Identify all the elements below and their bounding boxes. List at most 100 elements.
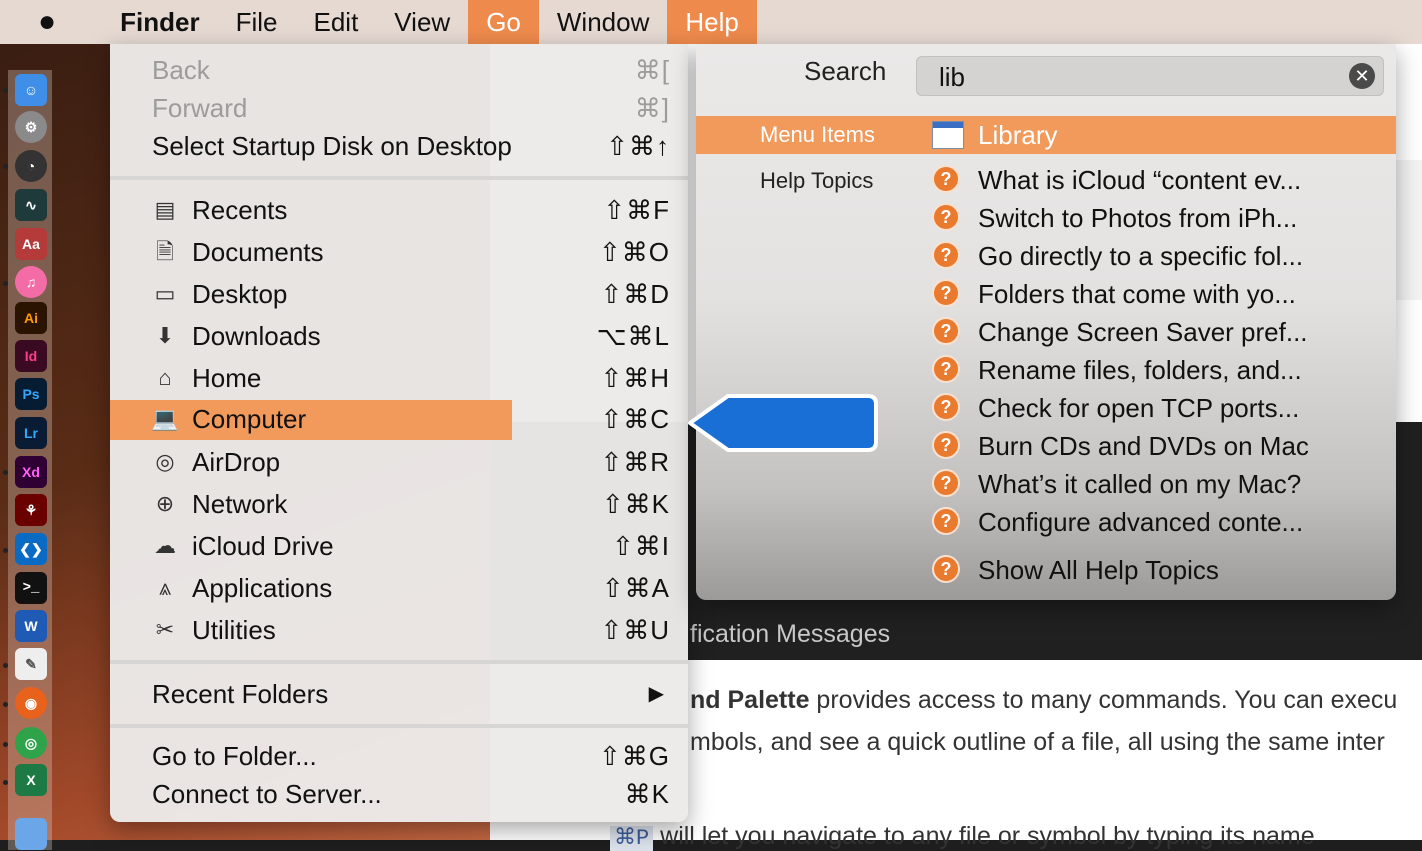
disk-utility-icon[interactable]: ◔	[15, 150, 47, 182]
help-menu-dropdown: Search ✕ Menu Items Library Help Topics …	[696, 44, 1396, 600]
menu-item-label: Go to Folder...	[152, 741, 317, 771]
menu-item-shortcut: ⇧⌘I	[611, 531, 670, 561]
menu-help[interactable]: Help	[667, 0, 757, 44]
help-topic-label: Show All Help Topics	[978, 555, 1219, 585]
menu-item-computer[interactable]: 💻 Computer ⇧⌘C	[110, 400, 688, 440]
menu-item-recents[interactable]: ▤ Recents ⇧⌘F	[110, 191, 688, 229]
menu-item-icloud-drive[interactable]: ☁ iCloud Drive ⇧⌘I	[110, 527, 688, 565]
menu-item-home[interactable]: ⌂ Home ⇧⌘H	[110, 359, 688, 397]
menu-item-back[interactable]: Back ⌘[	[110, 51, 688, 89]
folder-icon[interactable]	[15, 818, 47, 850]
menu-item-shortcut: ⇧⌘↑	[606, 131, 670, 161]
help-topic-icon: ?	[932, 203, 960, 231]
clear-search-icon[interactable]: ✕	[1349, 63, 1375, 89]
menu-item-airdrop[interactable]: ◎ AirDrop ⇧⌘R	[110, 443, 688, 481]
indesign-icon[interactable]: Id	[15, 340, 47, 372]
help-topic-item[interactable]: ? What is iCloud “content ev...	[932, 161, 1392, 199]
menu-item-label: Computer	[192, 404, 307, 434]
help-topics-section-label: Help Topics	[760, 168, 874, 193]
music-icon[interactable]: ♫	[15, 266, 47, 298]
menu-file[interactable]: File	[218, 0, 296, 44]
help-topic-item[interactable]: ? Folders that come with yo...	[932, 275, 1392, 313]
menu-item-label: Desktop	[192, 279, 288, 309]
menu-item-network[interactable]: ⊕ Network ⇧⌘K	[110, 485, 688, 523]
system-preferences-icon[interactable]: ⚙	[15, 111, 47, 143]
help-topic-label: Switch to Photos from iPh...	[978, 203, 1298, 233]
menu-item-label: Connect to Server...	[152, 779, 382, 809]
menu-separator	[110, 724, 688, 728]
acrobat-icon[interactable]: ⚘	[15, 494, 47, 526]
help-show-all-topics[interactable]: ? Show All Help Topics	[932, 551, 1392, 589]
dictionary-icon[interactable]: Aa	[15, 228, 47, 260]
excel-icon[interactable]: X	[15, 764, 47, 796]
vscode-icon[interactable]: ❮❯	[15, 533, 47, 565]
lightroom-icon[interactable]: Lr	[15, 417, 47, 449]
downloads-icon: ⬇	[155, 323, 175, 348]
help-topic-icon: ?	[932, 431, 960, 459]
documents-icon: 🗎	[156, 239, 174, 264]
xd-icon[interactable]: Xd	[15, 456, 47, 488]
menu-edit[interactable]: Edit	[295, 0, 376, 44]
help-topic-item[interactable]: ? Go directly to a specific fol...	[932, 237, 1392, 275]
menu-item-go-to-folder[interactable]: Go to Folder... ⇧⌘G	[110, 737, 688, 775]
menu-go[interactable]: Go	[468, 0, 539, 44]
menu-item-utilities[interactable]: ✂ Utilities ⇧⌘U	[110, 611, 688, 649]
help-topic-label: Change Screen Saver pref...	[978, 317, 1308, 347]
menu-item-label: Network	[192, 489, 288, 519]
menu-item-shortcut: ⇧⌘U	[600, 615, 670, 645]
menu-item-connect-to-server[interactable]: Connect to Server... ⌘K	[110, 775, 688, 813]
menu-item-label: Forward	[152, 93, 248, 123]
chrome-icon[interactable]: ◎	[15, 727, 47, 759]
photoshop-icon[interactable]: Ps	[15, 378, 47, 410]
help-topic-item[interactable]: ? Configure advanced conte...	[932, 503, 1392, 541]
running-indicator	[3, 702, 8, 707]
menu-bar: ● Finder File Edit View Go Window Help	[0, 0, 1422, 44]
help-topic-item[interactable]: ? What’s it called on my Mac?	[932, 465, 1392, 503]
menu-item-applications[interactable]: ⩓ Applications ⇧⌘A	[110, 569, 688, 607]
firefox-icon[interactable]: ◉	[15, 687, 47, 719]
airdrop-icon: ◎	[155, 449, 175, 474]
running-indicator	[3, 88, 8, 93]
menu-item-label: AirDrop	[192, 447, 281, 477]
background-text: will let you navigate to any file or sym…	[653, 822, 1315, 850]
menu-item-recent-folders[interactable]: Recent Folders ▶	[110, 675, 688, 713]
running-indicator	[3, 780, 8, 785]
running-indicator	[3, 281, 8, 286]
menu-window[interactable]: Window	[539, 0, 667, 44]
menu-item-forward[interactable]: Forward ⌘]	[110, 89, 688, 127]
help-topic-item[interactable]: ? Burn CDs and DVDs on Mac	[932, 427, 1392, 465]
textedit-icon[interactable]: ✎	[15, 648, 47, 680]
help-topic-item[interactable]: ? Switch to Photos from iPh...	[932, 199, 1392, 237]
apple-menu-icon[interactable]: ●	[0, 0, 86, 44]
word-icon[interactable]: W	[15, 610, 47, 642]
help-search-input[interactable]	[937, 59, 1341, 95]
help-topic-item[interactable]: ? Rename files, folders, and...	[932, 351, 1392, 389]
illustrator-icon[interactable]: Ai	[15, 302, 47, 334]
app-menu-finder[interactable]: Finder	[86, 0, 217, 44]
running-indicator	[3, 470, 8, 475]
help-topic-label: Check for open TCP ports...	[978, 393, 1300, 423]
help-result-menu-item-library[interactable]: Menu Items Library	[696, 116, 1396, 154]
activity-monitor-icon[interactable]: ∿	[15, 189, 47, 221]
terminal-icon[interactable]: >_	[15, 572, 47, 604]
home-icon: ⌂	[158, 365, 172, 390]
menu-item-label: Home	[192, 363, 262, 393]
help-topic-item[interactable]: ? Change Screen Saver pref...	[932, 313, 1392, 351]
menu-view[interactable]: View	[376, 0, 468, 44]
background-text: provides access to many commands. You ca…	[809, 686, 1398, 714]
help-topic-item[interactable]: ? Check for open TCP ports...	[932, 389, 1392, 427]
help-topic-icon: ?	[932, 165, 960, 193]
help-topic-label: Configure advanced conte...	[978, 507, 1304, 537]
help-topic-label: Folders that come with yo...	[978, 279, 1296, 309]
network-icon: ⊕	[155, 491, 175, 516]
desktop-icon: ▭	[154, 281, 176, 306]
menu-item-downloads[interactable]: ⬇ Downloads ⌥⌘L	[110, 317, 688, 355]
menu-items-section-label: Menu Items	[760, 122, 875, 147]
help-result-label: Library	[978, 120, 1058, 150]
menu-item-documents[interactable]: 🗎 Documents ⇧⌘O	[110, 233, 688, 271]
menu-item-shortcut: ⇧⌘F	[603, 195, 670, 225]
finder-icon[interactable]: ☺	[15, 74, 47, 106]
menu-item-desktop[interactable]: ▭ Desktop ⇧⌘D	[110, 275, 688, 313]
menu-item-select-startup-disk[interactable]: Select Startup Disk on Desktop ⇧⌘↑	[110, 127, 688, 165]
help-topic-label: What’s it called on my Mac?	[978, 469, 1302, 499]
